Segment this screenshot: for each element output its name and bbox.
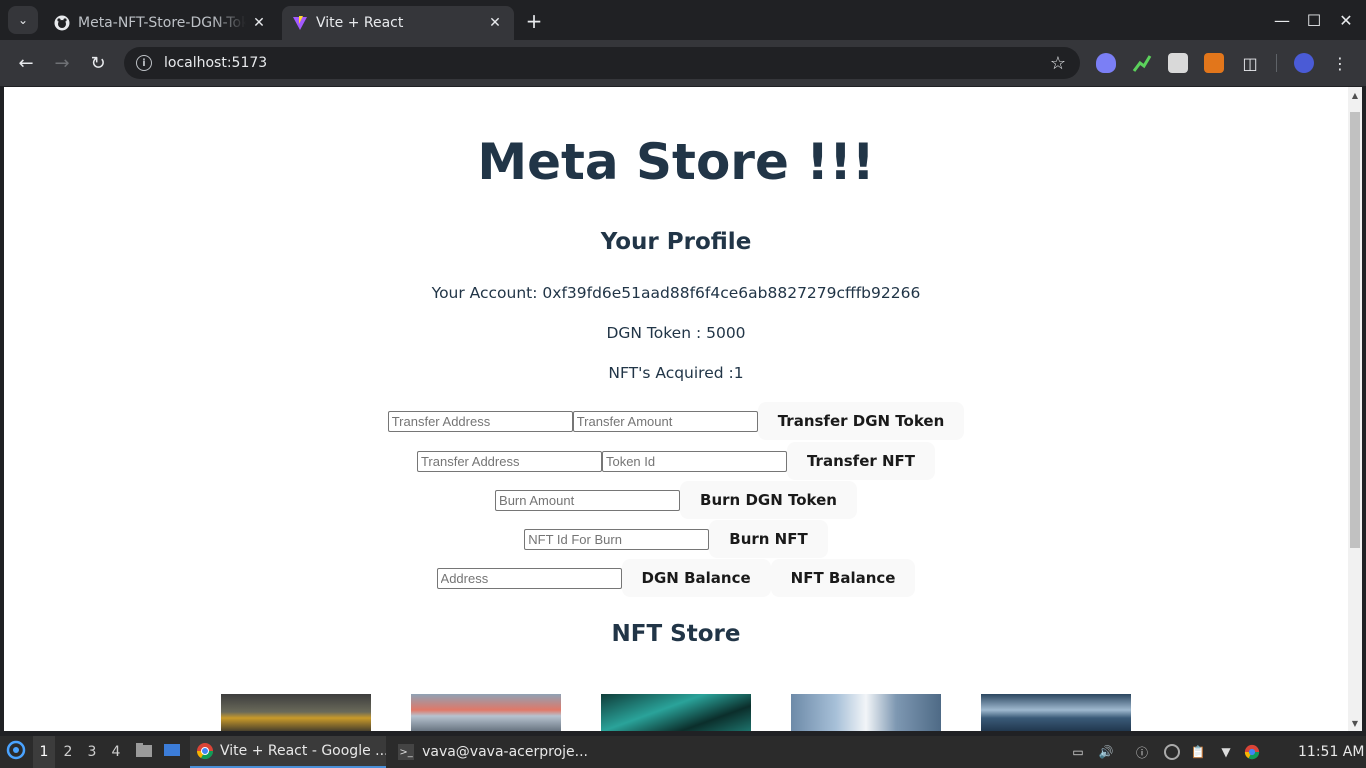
- file-manager-launcher[interactable]: [134, 736, 154, 768]
- arrow-right-icon: →: [54, 52, 70, 74]
- scrollbar-thumb[interactable]: [1350, 112, 1360, 548]
- chevron-down-icon: ⌄: [17, 13, 29, 27]
- removable-drive-icon[interactable]: ▭: [1070, 744, 1086, 760]
- wifi-icon[interactable]: ▼: [1218, 744, 1234, 760]
- minimize-button[interactable]: —: [1267, 6, 1297, 34]
- document-extension-icon[interactable]: [1168, 53, 1188, 73]
- nft-gallery: [4, 694, 1348, 731]
- maximize-button[interactable]: ☐: [1299, 6, 1329, 34]
- token-id-input[interactable]: [601, 450, 787, 472]
- nft-transfer-address-input[interactable]: [416, 450, 602, 472]
- github-icon: [54, 15, 70, 31]
- dgn-balance-button[interactable]: DGN Balance: [621, 559, 771, 597]
- close-window-button[interactable]: ✕: [1331, 6, 1361, 34]
- burn-amount-input[interactable]: [495, 489, 681, 511]
- toolbar-divider: [1276, 54, 1277, 72]
- browser-toolbar: ← → ↻ i localhost:5173 ☆ ◫ ⋮: [0, 40, 1366, 86]
- chrome-tray-icon[interactable]: [1244, 744, 1260, 760]
- url-text: localhost:5173: [164, 55, 268, 71]
- tab-strip: ⌄ Meta-NFT-Store-DGN-Token ✕ Vite + Reac…: [0, 0, 1366, 40]
- distro-logo-icon: [6, 740, 26, 764]
- folder-icon: [135, 742, 153, 762]
- terminal-icon: >_: [398, 744, 415, 760]
- page-viewport: Meta Store !!! Your Profile Your Account…: [4, 87, 1348, 731]
- forward-button[interactable]: →: [48, 49, 76, 77]
- extensions-puzzle-icon[interactable]: ◫: [1240, 53, 1260, 73]
- task-label: vava@vava-acerproje...: [422, 744, 588, 760]
- task-chrome[interactable]: Vite + React - Google ...: [190, 736, 386, 768]
- page-scrollbar[interactable]: ▲ ▼: [1348, 87, 1362, 731]
- transfer-amount-input[interactable]: [572, 410, 758, 432]
- burn-dgn-token-button[interactable]: Burn DGN Token: [680, 481, 857, 519]
- nft-image[interactable]: [411, 694, 561, 731]
- nft-balance-button[interactable]: NFT Balance: [770, 559, 916, 597]
- tab-github[interactable]: Meta-NFT-Store-DGN-Token ✕: [44, 6, 278, 40]
- scroll-down-icon[interactable]: ▼: [1350, 718, 1360, 728]
- profile-avatar[interactable]: [1294, 53, 1314, 73]
- tab-vite-react[interactable]: Vite + React ✕: [282, 6, 514, 40]
- burn-nft-button[interactable]: Burn NFT: [709, 520, 828, 558]
- desktop-launcher[interactable]: [162, 736, 182, 768]
- notification-icon[interactable]: ⓘ: [1134, 744, 1150, 760]
- nft-burn-id-input[interactable]: [524, 528, 710, 550]
- reload-icon: ↻: [90, 52, 106, 74]
- chart-extension-icon[interactable]: [1132, 53, 1152, 73]
- tab-title: Meta-NFT-Store-DGN-Token: [78, 15, 246, 31]
- workspace-2[interactable]: 2: [57, 736, 79, 768]
- clipboard-icon[interactable]: 📋: [1190, 744, 1206, 760]
- transfer-token-row: Transfer DGN Token: [4, 401, 1348, 441]
- plus-icon: +: [525, 9, 543, 33]
- chrome-icon: [196, 742, 214, 760]
- metamask-fox-icon[interactable]: [1204, 53, 1224, 73]
- arrow-left-icon: ←: [18, 52, 34, 74]
- transfer-nft-row: Transfer NFT: [4, 441, 1348, 481]
- page-title: Meta Store !!!: [477, 133, 875, 191]
- workspace-1[interactable]: 1: [33, 736, 55, 768]
- info-icon[interactable]: i: [136, 55, 152, 71]
- nft-image[interactable]: [601, 694, 751, 731]
- address-bar[interactable]: i localhost:5173 ☆: [124, 47, 1080, 79]
- reload-button[interactable]: ↻: [84, 49, 112, 77]
- close-icon[interactable]: ✕: [486, 14, 504, 32]
- account-address: Your Account: 0xf39fd6e51aad88f6f4ce6ab8…: [431, 284, 921, 302]
- workspace-4[interactable]: 4: [105, 736, 127, 768]
- system-clock[interactable]: 11:51 AM: [1298, 736, 1364, 768]
- bookmark-star-icon[interactable]: ☆: [1050, 53, 1066, 74]
- nft-store-heading: NFT Store: [611, 621, 741, 647]
- window-border: [1362, 87, 1366, 731]
- workspace-3[interactable]: 3: [81, 736, 103, 768]
- menu-kebab-icon[interactable]: ⋮: [1330, 53, 1350, 73]
- minimize-icon: —: [1274, 10, 1290, 30]
- desktop-icon: [163, 742, 181, 762]
- profile-heading: Your Profile: [600, 229, 752, 255]
- nft-image[interactable]: [221, 694, 371, 731]
- volume-icon[interactable]: 🔊: [1098, 744, 1114, 760]
- close-icon: ✕: [1339, 10, 1353, 30]
- new-tab-button[interactable]: +: [522, 9, 546, 33]
- record-icon[interactable]: [1164, 744, 1180, 760]
- back-button[interactable]: ←: [12, 49, 40, 77]
- nft-acquired-count: NFT's Acquired :1: [608, 364, 744, 382]
- scroll-up-icon[interactable]: ▲: [1350, 90, 1360, 100]
- burn-token-row: Burn DGN Token: [4, 480, 1348, 520]
- balance-row: DGN Balance NFT Balance: [4, 558, 1348, 598]
- burn-nft-row: Burn NFT: [4, 519, 1348, 559]
- transfer-dgn-token-button[interactable]: Transfer DGN Token: [757, 402, 965, 440]
- os-taskbar: 1 2 3 4 Vite + React - Google ... >_ vav…: [0, 736, 1366, 768]
- task-label: Vite + React - Google ...: [220, 743, 386, 759]
- dgn-token-balance: DGN Token : 5000: [606, 324, 746, 342]
- task-terminal[interactable]: >_ vava@vava-acerproje...: [392, 736, 588, 768]
- transfer-address-input[interactable]: [387, 410, 573, 432]
- transfer-nft-button[interactable]: Transfer NFT: [786, 442, 936, 480]
- vite-icon: [292, 15, 308, 31]
- maximize-icon: ☐: [1306, 10, 1322, 30]
- tab-search-button[interactable]: ⌄: [8, 6, 38, 34]
- nft-image[interactable]: [791, 694, 941, 731]
- nft-image[interactable]: [981, 694, 1131, 731]
- close-icon[interactable]: ✕: [250, 14, 268, 32]
- tab-title: Vite + React: [316, 15, 404, 31]
- start-menu-button[interactable]: [4, 736, 28, 768]
- balance-address-input[interactable]: [436, 567, 622, 589]
- ghost-extension-icon[interactable]: [1096, 53, 1116, 73]
